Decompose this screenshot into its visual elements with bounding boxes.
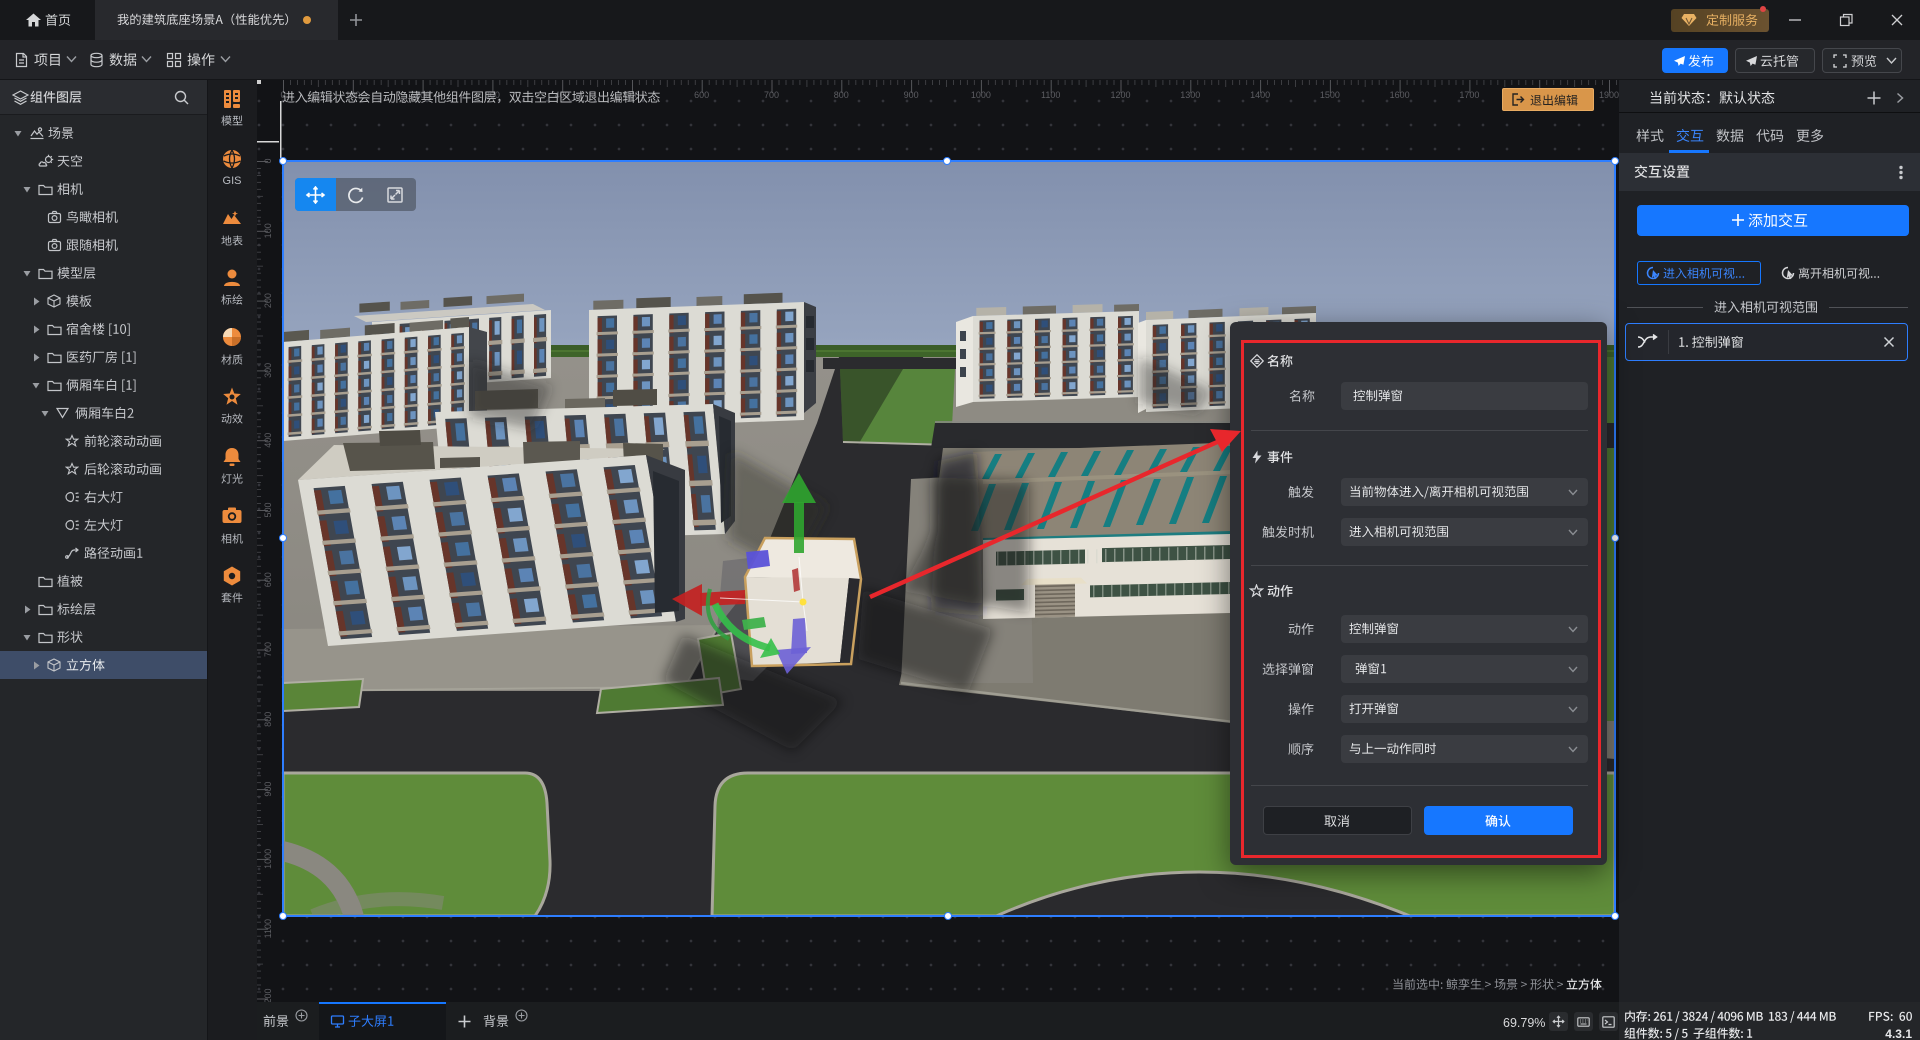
svg-text:400: 400 [263,433,273,448]
svg-text:100: 100 [263,223,273,238]
svg-text:0: 0 [263,158,273,163]
svg-text:1500: 1500 [1320,90,1340,100]
svg-text:1400: 1400 [1250,90,1270,100]
svg-text:1600: 1600 [1390,90,1410,100]
svg-text:700: 700 [263,642,273,657]
svg-text:1300: 1300 [1180,90,1200,100]
svg-text:1100: 1100 [263,919,273,938]
svg-text:1200: 1200 [1110,90,1130,100]
svg-text:1000: 1000 [971,90,991,100]
svg-text:GIS: GIS [223,175,242,187]
svg-text:900: 900 [263,782,273,797]
svg-text:69.79%: 69.79% [1503,1016,1545,1030]
svg-text:500: 500 [263,502,273,517]
svg-text:1100: 1100 [1041,90,1060,100]
svg-text:600: 600 [263,572,273,587]
svg-text:1000: 1000 [263,849,273,869]
svg-text:800: 800 [263,712,273,727]
svg-text:900: 900 [904,90,919,100]
svg-text:4.3.1: 4.3.1 [1885,1027,1912,1040]
svg-text:300: 300 [263,363,273,378]
svg-text:700: 700 [764,90,779,100]
svg-text:1200: 1200 [263,988,273,1002]
svg-text:1900: 1900 [1599,90,1619,100]
svg-text:200: 200 [263,293,273,308]
svg-text:1700: 1700 [1459,90,1479,100]
svg-text:800: 800 [834,90,849,100]
svg-text:600: 600 [694,90,709,100]
